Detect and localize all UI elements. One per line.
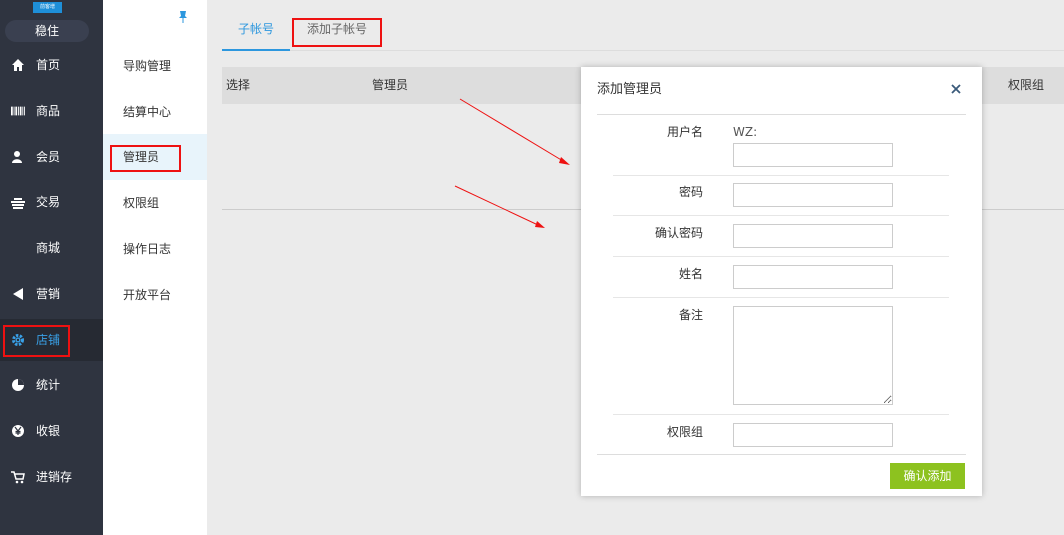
highlight-box (292, 18, 382, 47)
nav-item-mall[interactable]: 商城 (0, 227, 103, 269)
divider (613, 297, 949, 298)
add-admin-dialog: 添加管理员 用户名 WZ: 密码 确认密码 姓名 备注 权限组 确认添加 (581, 67, 982, 496)
sub-item-guide[interactable]: 导购管理 (103, 43, 207, 89)
user-icon (12, 151, 22, 163)
username-prefix: WZ: (733, 125, 758, 139)
nav-item-home[interactable]: 首页 (0, 44, 103, 86)
remark-textarea[interactable] (733, 306, 893, 405)
tab-bar: 子帐号 添加子帐号 (222, 0, 1064, 51)
nav-item-inventory[interactable]: 进销存 (0, 456, 103, 498)
store-name[interactable]: 稳住 (5, 20, 89, 42)
nav-item-label: 进销存 (36, 470, 73, 484)
nav-item-label: 营销 (36, 287, 61, 301)
divider (613, 175, 949, 176)
sub-item-admin[interactable]: 管理员 (103, 134, 207, 180)
nav-item-label: 收银 (36, 424, 61, 438)
divider (597, 114, 966, 115)
password-input[interactable] (733, 183, 893, 207)
name-label: 姓名 (678, 267, 703, 281)
nav-item-label: 商品 (36, 104, 61, 118)
nav-item-label: 交易 (36, 195, 61, 209)
sub-item-operation-log[interactable]: 操作日志 (103, 226, 207, 272)
sub-menu: 导购管理 结算中心 管理员 权限组 操作日志 开放平台 (103, 0, 207, 535)
divider (613, 215, 949, 216)
yen-icon (12, 425, 24, 437)
nav-item-trade[interactable]: 交易 (0, 181, 103, 223)
nav-item-label: 首页 (36, 58, 61, 72)
cart-icon (11, 471, 25, 484)
nav-item-cashier[interactable]: 收银 (0, 410, 103, 452)
transaction-icon (11, 198, 25, 209)
highlight-box (110, 145, 181, 172)
pin-icon[interactable] (178, 10, 188, 24)
column-header-select: 选择 (226, 78, 251, 92)
password-label: 密码 (678, 185, 703, 199)
barcode-icon (11, 106, 25, 116)
nav-item-stats[interactable]: 统计 (0, 364, 103, 406)
divider (613, 414, 949, 415)
nav-item-shop[interactable]: 店铺 (0, 319, 103, 361)
sub-item-permission-group[interactable]: 权限组 (103, 180, 207, 226)
username-label: 用户名 (666, 125, 703, 139)
group-input[interactable] (733, 423, 893, 447)
home-icon (12, 59, 24, 71)
tab-sub-accounts[interactable]: 子帐号 (222, 15, 290, 51)
brand-badge: 前客增 (33, 2, 62, 13)
divider (613, 256, 949, 257)
group-label: 权限组 (666, 425, 703, 439)
nav-item-goods[interactable]: 商品 (0, 90, 103, 132)
gear-icon (12, 334, 24, 346)
megaphone-icon (13, 288, 23, 300)
tab-add-sub-account[interactable]: 添加子帐号 (292, 15, 382, 51)
confirm-add-button[interactable]: 确认添加 (890, 463, 965, 489)
confirm-password-input[interactable] (733, 224, 893, 248)
sub-item-settlement[interactable]: 结算中心 (103, 89, 207, 135)
nav-item-label: 商城 (36, 241, 61, 255)
remark-label: 备注 (678, 308, 703, 322)
nav-item-label: 会员 (36, 150, 61, 164)
username-input[interactable] (733, 143, 893, 167)
name-input[interactable] (733, 265, 893, 289)
dialog-title: 添加管理员 (597, 82, 663, 97)
column-header-group: 权限组 (1008, 78, 1045, 92)
nav-item-label: 店铺 (36, 333, 61, 347)
column-header-admin: 管理员 (372, 78, 409, 92)
sub-item-open-platform[interactable]: 开放平台 (103, 272, 207, 318)
main-nav: 前客增 稳住 首页 商品 会员 交易 商城 营销 店铺 统计 收银 进销存 (0, 0, 103, 535)
divider (597, 454, 966, 455)
pie-chart-icon (12, 379, 24, 391)
confirm-password-label: 确认密码 (654, 226, 703, 240)
nav-item-members[interactable]: 会员 (0, 136, 103, 178)
nav-item-marketing[interactable]: 营销 (0, 273, 103, 315)
nav-item-label: 统计 (36, 378, 61, 392)
close-icon[interactable] (949, 82, 963, 96)
